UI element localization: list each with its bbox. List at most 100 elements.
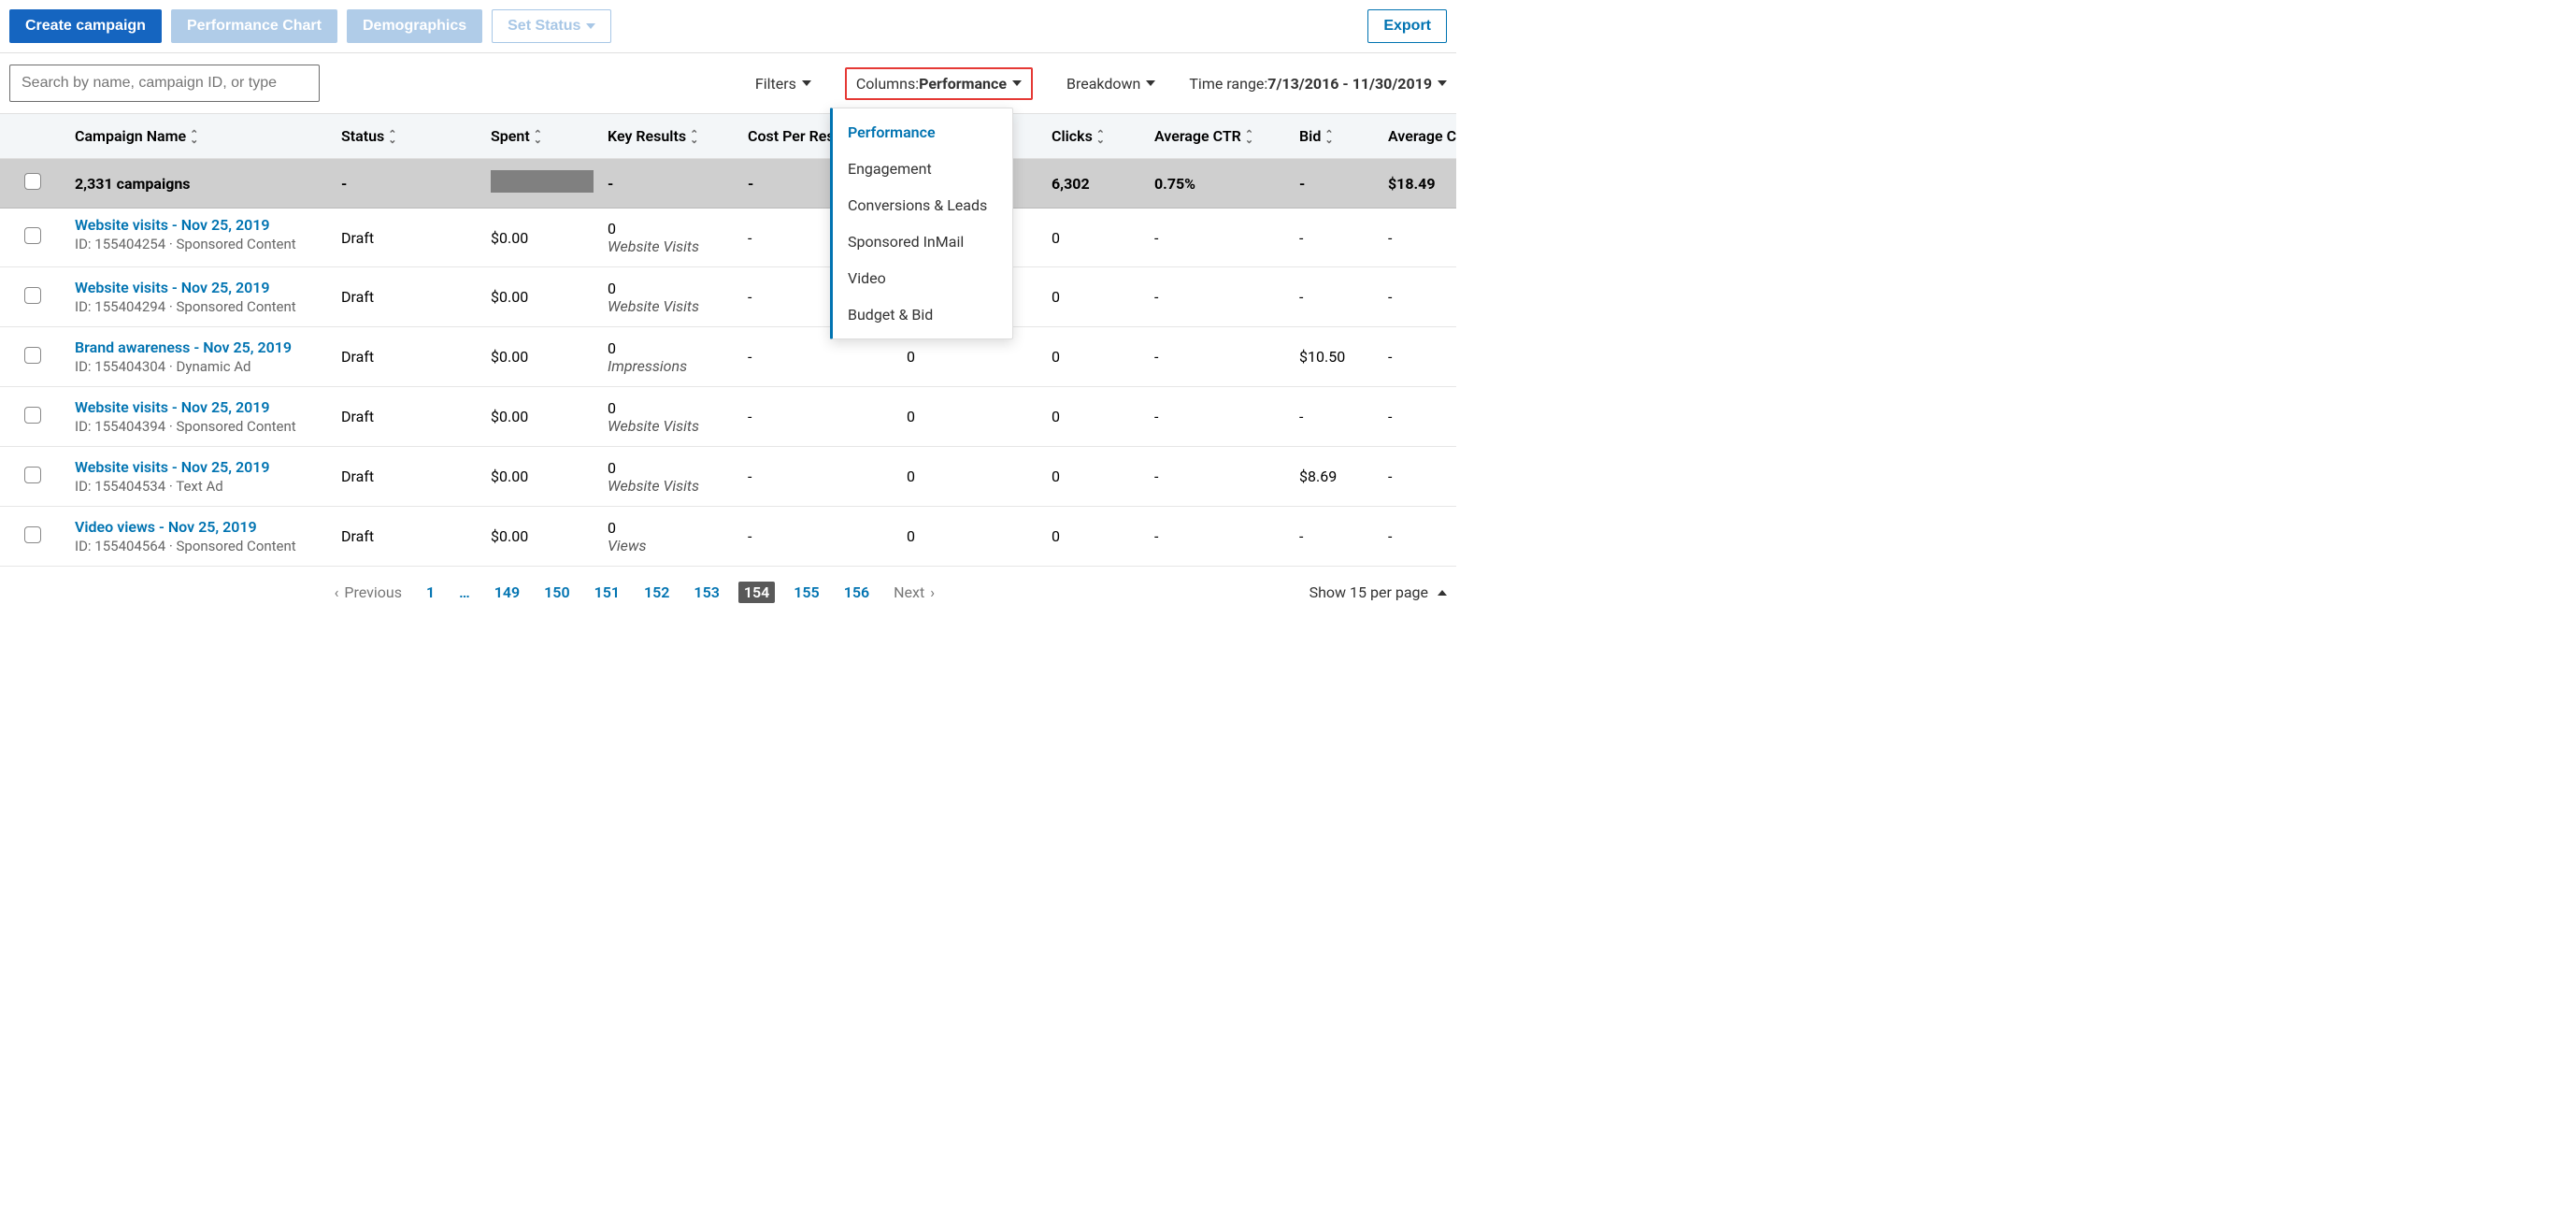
pagination: ‹ Previous 1 … 149150151152153154155156 … xyxy=(0,567,1456,612)
chevron-down-icon xyxy=(586,23,595,29)
show-per-label: Show 15 per page xyxy=(1309,583,1428,601)
columns-menu-item[interactable]: Engagement xyxy=(833,151,1012,187)
columns-menu-item[interactable]: Video xyxy=(833,260,1012,296)
columns-prefix: Columns: xyxy=(856,75,919,93)
campaign-link[interactable]: Website visits - Nov 25, 2019 xyxy=(75,279,322,296)
cell-avgc: - xyxy=(1379,209,1456,267)
sort-icon xyxy=(1245,132,1253,143)
filters-label: Filters xyxy=(755,75,796,93)
cell-status: Draft xyxy=(332,387,481,447)
table-row: Website visits - Nov 25, 2019ID: 1554043… xyxy=(0,387,1456,447)
cell-key-results: 0Website Visits xyxy=(598,387,738,447)
next-label: Next xyxy=(894,583,924,601)
chevron-right-icon: › xyxy=(930,583,935,601)
row-checkbox[interactable] xyxy=(24,526,41,543)
cell-ctr: - xyxy=(1145,209,1290,267)
cell-spent: $0.00 xyxy=(481,327,598,387)
columns-dropdown[interactable]: Columns: Performance xyxy=(845,67,1033,100)
campaign-link[interactable]: Website visits - Nov 25, 2019 xyxy=(75,398,322,416)
page-number[interactable]: 155 xyxy=(788,582,824,603)
columns-menu-item[interactable]: Sponsored InMail xyxy=(833,223,1012,260)
columns-menu-item[interactable]: Conversions & Leads xyxy=(833,187,1012,223)
col-status[interactable]: Status xyxy=(332,114,481,159)
chevron-down-icon xyxy=(1438,80,1447,86)
page-number[interactable]: 149 xyxy=(489,582,525,603)
columns-menu-item[interactable]: Performance xyxy=(833,114,1012,151)
cell-status: Draft xyxy=(332,447,481,507)
campaign-table: Campaign Name Status Spent Key Results C… xyxy=(0,113,1456,567)
campaign-meta: ID: 155404534 · Text Ad xyxy=(75,478,322,495)
cell-key-results: 0Website Visits xyxy=(598,267,738,327)
page-number[interactable]: 153 xyxy=(688,582,724,603)
sort-icon xyxy=(534,132,542,143)
show-per-page-dropdown[interactable]: Show 15 per page xyxy=(1309,583,1447,601)
campaign-meta: ID: 155404304 · Dynamic Ad xyxy=(75,358,322,375)
page-first[interactable]: 1 xyxy=(421,582,440,603)
col-clicks[interactable]: Clicks xyxy=(1042,114,1145,159)
chevron-left-icon: ‹ xyxy=(335,583,339,601)
filters-dropdown[interactable]: Filters xyxy=(755,75,811,93)
breakdown-dropdown[interactable]: Breakdown xyxy=(1066,75,1155,93)
summary-status: - xyxy=(332,159,481,209)
time-range-dropdown[interactable]: Time range: 7/13/2016 - 11/30/2019 xyxy=(1189,75,1447,93)
table-row: Brand awareness - Nov 25, 2019 ID: 155404… xyxy=(0,327,1456,387)
page-number[interactable]: 151 xyxy=(589,582,625,603)
col-bid[interactable]: Bid xyxy=(1290,114,1379,159)
cell-bid: $8.69 xyxy=(1290,447,1379,507)
summary-avgc: $18.49 xyxy=(1379,159,1456,209)
set-status-button: Set Status xyxy=(492,9,611,43)
col-campaign-name[interactable]: Campaign Name xyxy=(65,114,332,159)
cell-ctr: - xyxy=(1145,387,1290,447)
time-range-value: 7/13/2016 - 11/30/2019 xyxy=(1267,75,1432,93)
select-all-checkbox[interactable] xyxy=(24,173,41,190)
campaign-link[interactable]: Website visits - Nov 25, 2019 xyxy=(75,458,322,476)
row-checkbox[interactable] xyxy=(24,347,41,364)
columns-menu-item[interactable]: Budget & Bid xyxy=(833,296,1012,333)
col-average-c[interactable]: Average C xyxy=(1379,114,1456,159)
cell-bid: - xyxy=(1290,387,1379,447)
row-checkbox[interactable] xyxy=(24,227,41,244)
cell-spent: $0.00 xyxy=(481,209,598,267)
search-input[interactable] xyxy=(9,65,320,102)
chevron-down-icon xyxy=(1012,80,1022,86)
columns-menu: PerformanceEngagementConversions & Leads… xyxy=(830,108,1013,339)
cell-key-results: 0Website Visits xyxy=(598,447,738,507)
page-number[interactable]: 156 xyxy=(838,582,875,603)
previous-button[interactable]: ‹ Previous xyxy=(335,583,402,601)
cell-spent: $0.00 xyxy=(481,507,598,567)
col-key-results[interactable]: Key Results xyxy=(598,114,738,159)
cell-clicks: 0 xyxy=(1042,327,1145,387)
row-checkbox[interactable] xyxy=(24,467,41,483)
set-status-label: Set Status xyxy=(508,18,580,35)
chevron-down-icon xyxy=(1146,80,1155,86)
page-number[interactable]: 150 xyxy=(538,582,575,603)
cell-status: Draft xyxy=(332,267,481,327)
cell-ctr: - xyxy=(1145,507,1290,567)
campaign-link[interactable]: Website visits - Nov 25, 2019 xyxy=(75,216,322,234)
next-button[interactable]: Next › xyxy=(894,583,935,601)
cell-key-results: 0Impressions xyxy=(598,327,738,387)
campaign-link[interactable]: Video views - Nov 25, 2019 xyxy=(75,518,322,536)
page-number[interactable]: 152 xyxy=(638,582,675,603)
cell-impressions: 0 xyxy=(897,387,1042,447)
time-range-prefix: Time range: xyxy=(1189,75,1267,93)
col-spent[interactable]: Spent xyxy=(481,114,598,159)
row-checkbox[interactable] xyxy=(24,287,41,304)
create-campaign-button[interactable]: Create campaign xyxy=(9,9,162,43)
cell-bid: $10.50 xyxy=(1290,327,1379,387)
col-average-ctr[interactable]: Average CTR xyxy=(1145,114,1290,159)
campaign-meta: ID: 155404564 · Sponsored Content xyxy=(75,538,322,554)
performance-chart-button: Performance Chart xyxy=(171,9,337,43)
campaign-link[interactable]: Brand awareness - Nov 25, 2019 xyxy=(75,338,322,356)
cell-status: Draft xyxy=(332,507,481,567)
cell-clicks: 0 xyxy=(1042,209,1145,267)
cell-avgc: - xyxy=(1379,327,1456,387)
cell-clicks: 0 xyxy=(1042,507,1145,567)
cell-bid: - xyxy=(1290,209,1379,267)
cell-spent: $0.00 xyxy=(481,447,598,507)
table-row: Video views - Nov 25, 2019 ID: 155404564 … xyxy=(0,507,1456,567)
cell-avgc: - xyxy=(1379,387,1456,447)
row-checkbox[interactable] xyxy=(24,407,41,424)
export-button[interactable]: Export xyxy=(1367,9,1447,43)
cell-bid: - xyxy=(1290,507,1379,567)
